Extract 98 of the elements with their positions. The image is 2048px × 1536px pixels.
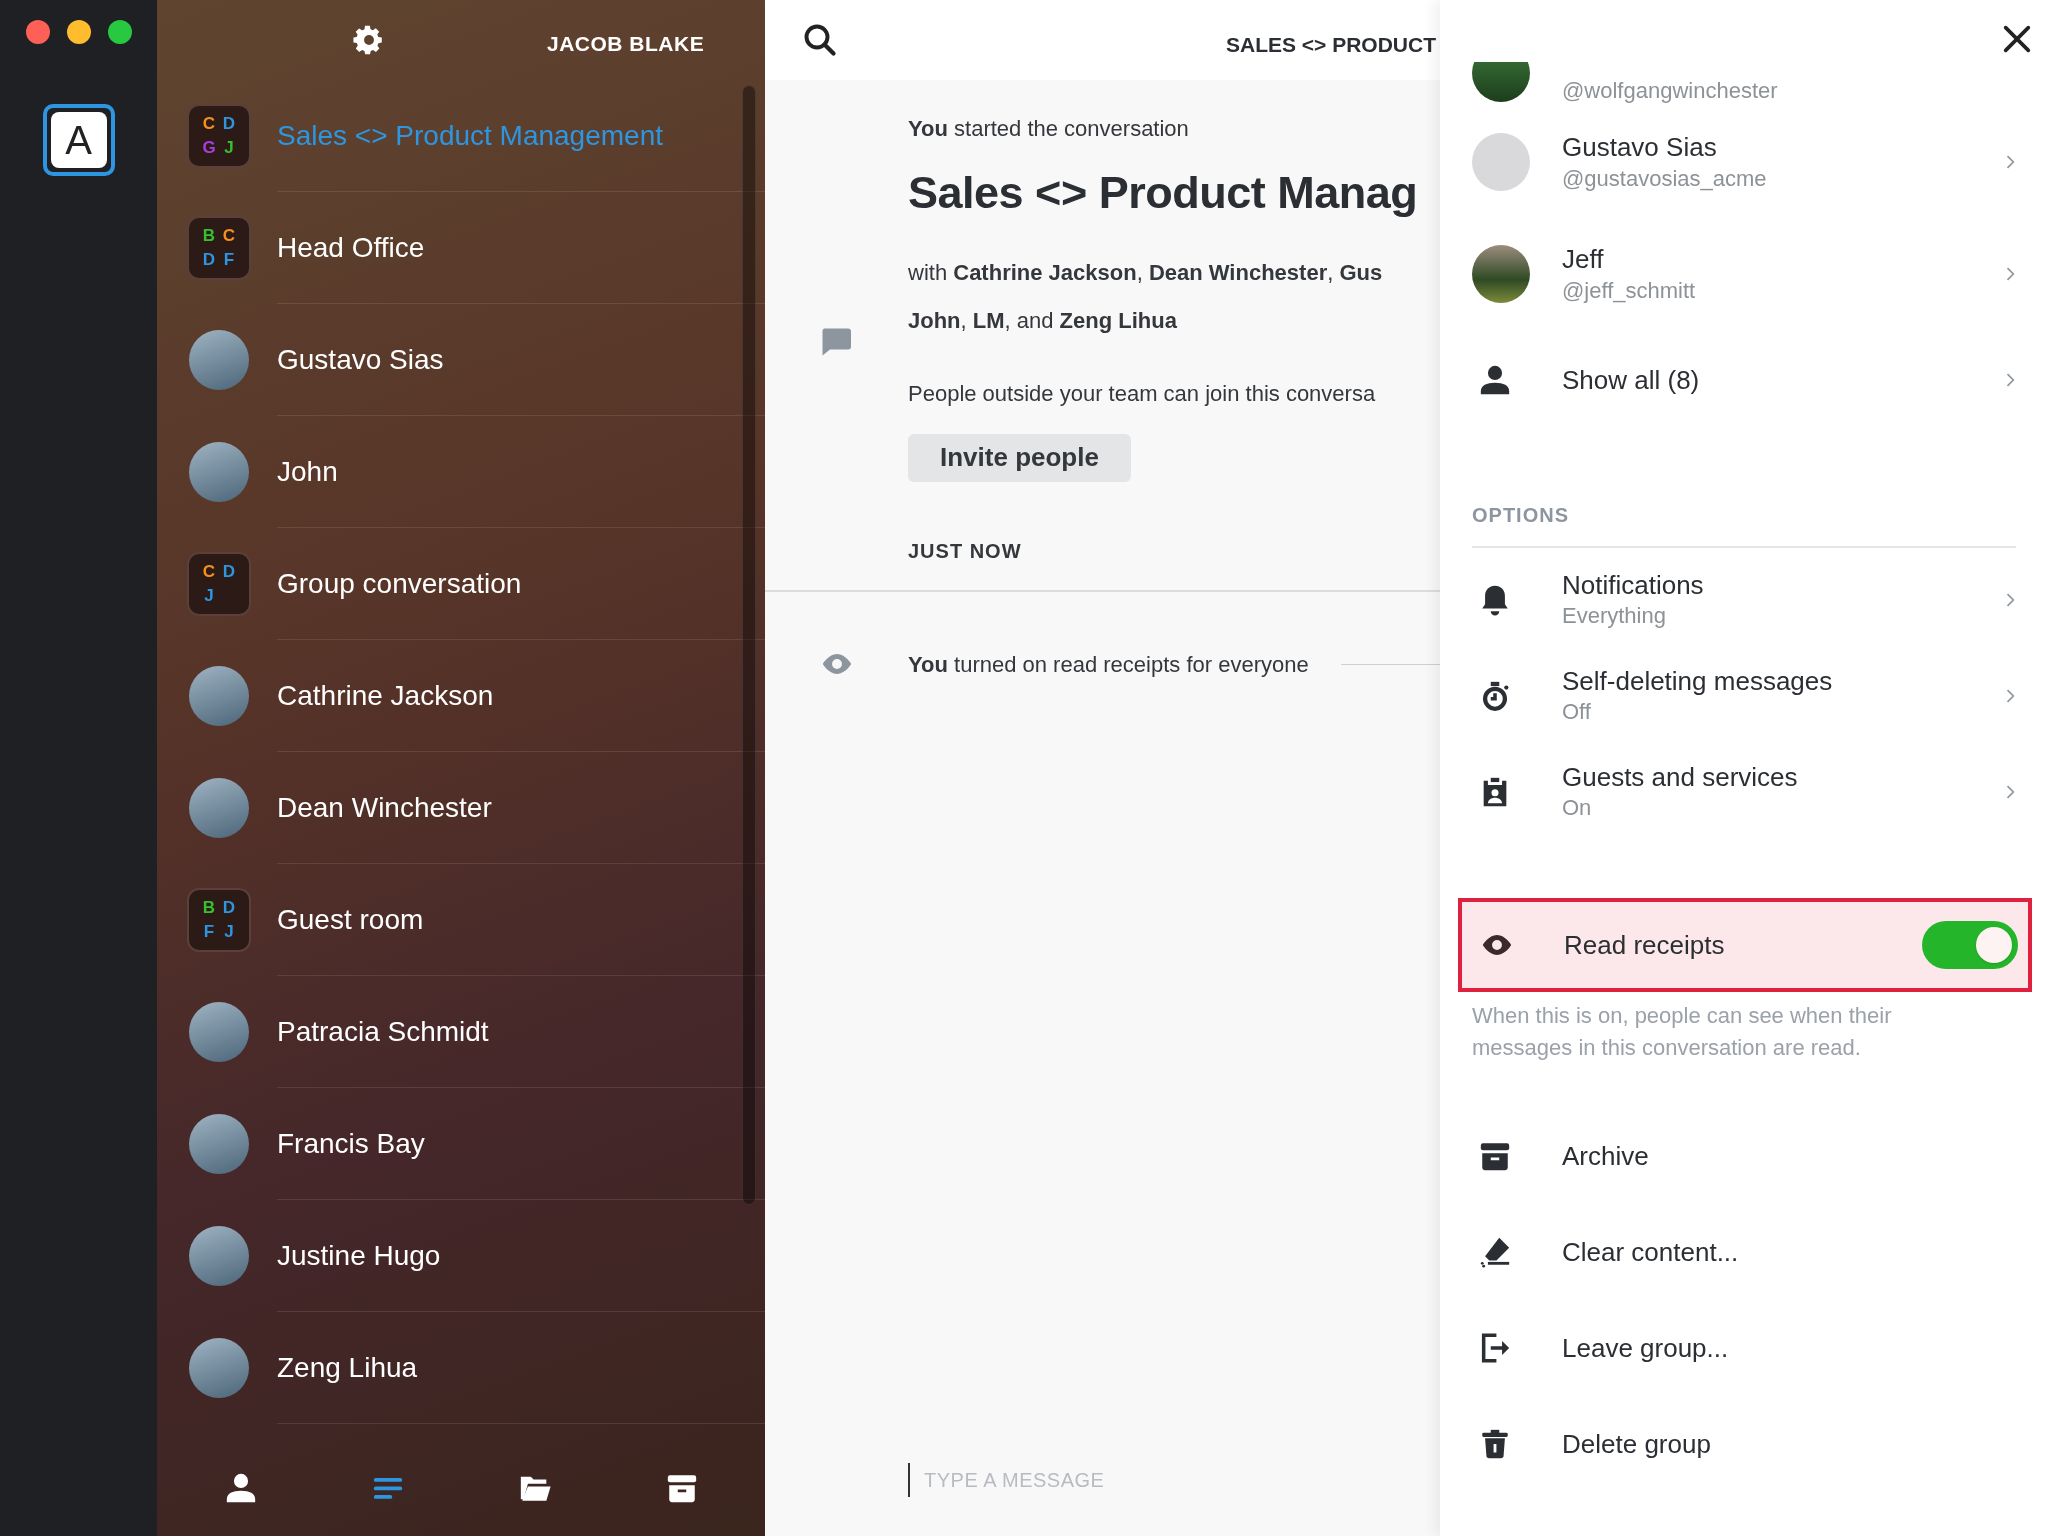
member-name: Gustavo Sias (1562, 131, 1718, 164)
option-item[interactable]: Guests and services On (1472, 744, 2032, 840)
conversation-item[interactable]: C D G J Sales <> Product Management (157, 80, 765, 192)
option-value: Off (1562, 698, 1592, 726)
member-initial: C (221, 225, 237, 248)
photo-placeholder (189, 1002, 249, 1062)
option-title: Guests and services (1562, 761, 1799, 793)
action-item[interactable]: Delete group (1472, 1396, 2032, 1492)
person-icon (1478, 363, 1512, 397)
member-initial: B (201, 897, 217, 920)
option-item[interactable]: Self-deleting messages Off (1472, 648, 2032, 744)
conversation-name: Dean Winchester (277, 790, 492, 825)
conversation-item[interactable]: B C D F Head Office (157, 192, 765, 304)
photo-placeholder (189, 1226, 249, 1286)
member-handle: @jeff_schmitt (1562, 277, 1697, 305)
action-label: Archive (1562, 1139, 1649, 1173)
conversation-name: Cathrine Jackson (277, 678, 494, 713)
conversation-item[interactable]: Gustavo Sias (157, 304, 765, 416)
conversation-start-note: You started the conversation (908, 115, 1190, 143)
option-title: Notifications (1562, 569, 1705, 601)
conversation-name: Gustavo Sias (277, 342, 444, 377)
search-icon[interactable] (802, 22, 838, 58)
member-name: Jeff (1562, 243, 1605, 276)
conversation-item[interactable]: Justine Hugo (157, 1200, 765, 1312)
conversation-item[interactable]: Zeng Lihua (157, 1312, 765, 1424)
option-title: Self-deleting messages (1562, 665, 1834, 697)
conversation-item[interactable]: Cathrine Jackson (157, 640, 765, 752)
conversation-name: Francis Bay (277, 1126, 425, 1161)
conversation-title: Sales <> Product Manag (908, 166, 1419, 220)
read-receipts-description: When this is on, people can see when their messages in this conversation are read. (1472, 1002, 1893, 1062)
conversation-item[interactable]: C D J Group conversation (157, 528, 765, 640)
member-initial: C (201, 113, 217, 136)
member-initial: D (221, 561, 237, 584)
option-value: On (1562, 794, 1593, 822)
invite-button[interactable]: Invite people (908, 433, 1131, 482)
action-label: Clear content... (1562, 1235, 1739, 1269)
conversation-item[interactable]: Dean Winchester (157, 752, 765, 864)
member-initial: J (203, 585, 215, 608)
conversation-name: Justine Hugo (277, 1238, 441, 1273)
minimize-window-button[interactable] (67, 20, 91, 44)
account-name: JACOB BLAKE (547, 31, 705, 57)
member-handle: @gustavosias_acme (1562, 165, 1768, 193)
maximize-window-button[interactable] (108, 20, 132, 44)
conversation-name: John (277, 454, 338, 489)
message-input[interactable]: TYPE A MESSAGE (908, 1463, 1308, 1497)
member-initial: J (223, 137, 235, 160)
read-receipts-toggle[interactable] (1922, 921, 2018, 969)
photo-placeholder (189, 666, 249, 726)
scrollbar[interactable] (742, 85, 756, 1205)
member-initial: F (222, 249, 236, 272)
photo-placeholder (189, 442, 249, 502)
eraser-icon (1478, 1235, 1512, 1269)
action-label: Delete group (1562, 1427, 1711, 1461)
conversation-item[interactable]: Francis Bay (157, 1088, 765, 1200)
action-label: Leave group... (1562, 1331, 1729, 1365)
timestamp: JUST NOW (908, 538, 1023, 564)
photo-placeholder (189, 1114, 249, 1174)
conversation-name: Sales <> Product Management (277, 118, 663, 153)
conversation-name: Group conversation (277, 566, 522, 601)
show-all-label: Show all (8) (1562, 363, 1701, 397)
conversation-item[interactable]: B D F J Guest room (157, 864, 765, 976)
photo-placeholder (189, 778, 249, 838)
member-initial: D (201, 249, 217, 272)
conversation-item[interactable]: John (157, 416, 765, 528)
participants-line: with Cathrine Jackson, Dean Winchester, Gus (908, 258, 1384, 287)
member-item[interactable]: Gustavo Sias @gustavosias_acme (1472, 106, 2032, 218)
member-initial: G (201, 137, 217, 160)
close-window-button[interactable] (26, 20, 50, 44)
action-item[interactable]: Leave group... (1472, 1300, 2032, 1396)
member-initial: J (223, 921, 235, 944)
action-item[interactable]: Clear content... (1472, 1204, 2032, 1300)
show-all-item[interactable]: Show all (8) (1472, 330, 2032, 430)
section-heading: OPTIONS (1472, 503, 1570, 528)
member-initial: C (201, 561, 217, 584)
conversation-item[interactable]: Patracia Schmidt (157, 976, 765, 1088)
member-handle: @wolfgangwinchester (1562, 77, 1778, 105)
photo-placeholder (189, 330, 249, 390)
action-item[interactable]: Archive (1472, 1108, 2032, 1204)
conversation-name: Guest room (277, 902, 424, 937)
conversation-name: Head Office (277, 230, 425, 265)
conversation-header-title: SALES <> PRODUCT (1225, 32, 1436, 58)
member-initial: D (221, 113, 237, 136)
conversation-name: Zeng Lihua (277, 1350, 418, 1385)
member-initial: D (221, 897, 237, 920)
participants-line: John, LM, and Zeng Lihua (908, 306, 1178, 335)
guest-note: People outside your team can join this conversa (908, 379, 1377, 408)
team-button[interactable]: A (42, 104, 115, 176)
member-initial: B (201, 225, 217, 248)
option-item[interactable]: Notifications Everything (1472, 552, 2032, 648)
conversation-name: Patracia Schmidt (277, 1014, 489, 1049)
read-receipts-label: Read receipts (1564, 928, 1726, 962)
photo-placeholder (1472, 245, 1530, 303)
member-initial: F (202, 921, 216, 944)
option-value: Everything (1562, 602, 1667, 630)
photo-placeholder (189, 1338, 249, 1398)
photo-placeholder (1472, 62, 1530, 102)
system-message: You turned on read receipts for everyone (908, 650, 1309, 679)
member-item[interactable]: Jeff @jeff_schmitt (1472, 218, 2032, 330)
